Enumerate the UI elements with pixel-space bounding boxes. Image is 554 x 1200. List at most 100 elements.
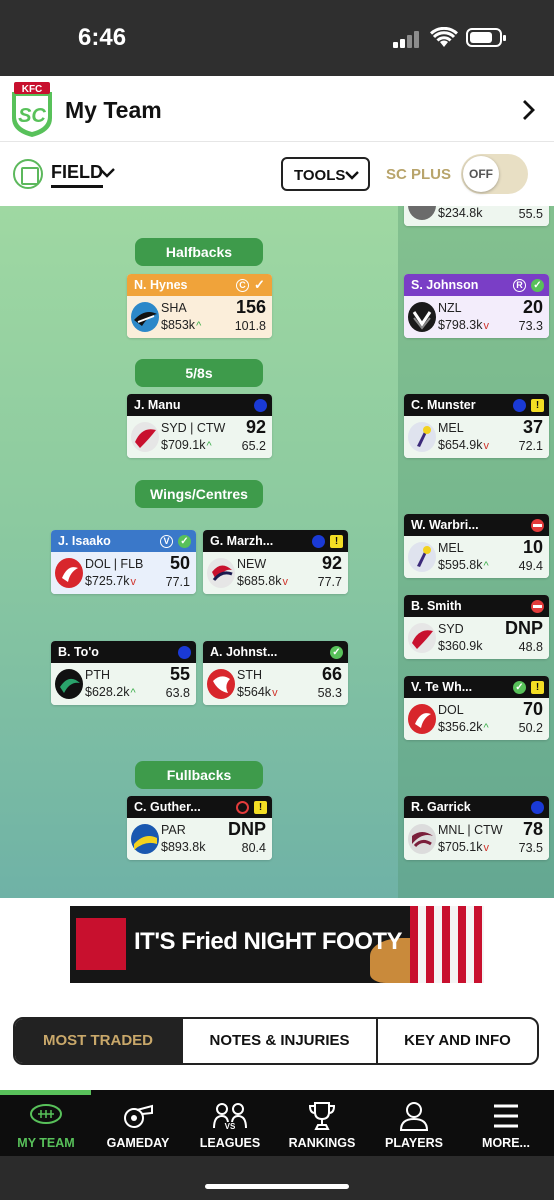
nav-my-team[interactable]: MY TEAM	[0, 1098, 92, 1156]
check-icon: ✓	[330, 646, 343, 659]
player-price: $685.8k	[237, 574, 282, 588]
player-price: $705.1k	[438, 840, 483, 854]
player-team: SYD	[438, 622, 464, 636]
player-name: S. Johnson	[411, 278, 479, 292]
tab-key-and-info[interactable]: KEY AND INFO	[378, 1019, 537, 1063]
player-price: $725.7k	[85, 574, 130, 588]
player-team: DOL	[438, 703, 464, 717]
nav-leagues[interactable]: VS LEAGUES	[184, 1098, 276, 1156]
player-score: 50	[169, 553, 190, 573]
team-logo-icon	[408, 302, 436, 332]
price-down-icon: v	[483, 842, 489, 854]
nav-label: GAMEDAY	[106, 1136, 170, 1150]
player-card-gutherson[interactable]: C. Guther... ! PAR $893.8k DNP 80.4	[127, 796, 272, 860]
nav-more[interactable]: MORE...	[460, 1098, 552, 1156]
nav-label: LEAGUES	[199, 1136, 261, 1150]
player-card-marzhew[interactable]: G. Marzh... ! NEW $685.8kv 92 77.7	[203, 530, 348, 594]
home-indicator[interactable]	[205, 1184, 349, 1189]
player-card-too[interactable]: B. To'o PTH $628.2k^ 55 63.8	[51, 641, 196, 705]
player-score: DNP	[504, 618, 543, 638]
chevron-down-icon	[345, 171, 359, 180]
player-price: $709.1k	[161, 438, 206, 452]
field-icon[interactable]	[13, 159, 43, 189]
toggle-knob: OFF	[463, 156, 499, 192]
sc-plus-toggle[interactable]: OFF	[461, 154, 528, 194]
bottom-nav: MY TEAM GAMEDAY VS LEAGUES RANKINGS PLAY…	[0, 1090, 554, 1156]
tools-button[interactable]: TOOLS	[281, 157, 370, 191]
football-field-icon	[30, 1104, 62, 1124]
chicken-bucket-image	[410, 906, 484, 983]
player-name: C. Munster	[411, 398, 476, 412]
whistle-icon	[124, 1104, 153, 1128]
tab-most-traded[interactable]: MOST TRADED	[15, 1019, 183, 1063]
status-dot-icon	[254, 399, 267, 412]
vice-captain-badge: V	[160, 535, 173, 548]
team-field: $234.8k 55.5 Halfbacks 5/8s Wings/Centre…	[0, 206, 554, 898]
player-card-warbrick[interactable]: W. Warbri... MEL $595.8k^ 10 49.4	[404, 514, 549, 578]
status-dot-icon	[178, 646, 191, 659]
player-team: MNL | CTW	[438, 823, 503, 837]
player-card-manu[interactable]: J. Manu SYD | CTW $709.1k^ 92 65.2	[127, 394, 272, 458]
team-logo-icon	[207, 669, 235, 699]
info-tabs-area: MOST TRADED NOTES & INJURIES KEY AND INF…	[0, 990, 554, 1090]
warning-icon: !	[531, 681, 544, 694]
player-card-munster[interactable]: C. Munster ! MEL $654.9kv 37 72.1	[404, 394, 549, 458]
field-view-selector[interactable]: FIELD	[51, 162, 103, 188]
team-logo-icon	[408, 623, 436, 653]
kfc-logo	[76, 918, 126, 970]
check-icon: ✓	[254, 277, 265, 292]
player-card-isaako[interactable]: J. Isaako V ✓ DOL | FLB $725.7kv 50 77.1	[51, 530, 196, 594]
player-name: B. To'o	[58, 645, 99, 659]
signal-icon	[393, 30, 423, 48]
player-price: $893.8k	[161, 840, 206, 854]
nav-players[interactable]: PLAYERS	[368, 1098, 460, 1156]
player-price: $853k	[161, 318, 196, 332]
tab-notes-injuries[interactable]: NOTES & INJURIES	[183, 1019, 378, 1063]
check-icon: ✓	[513, 681, 526, 694]
reserve-badge: R	[513, 279, 526, 292]
player-card-tewhare[interactable]: V. Te Wh... ✓ ! DOL $356.2k^ 70 50.2	[404, 676, 549, 740]
player-card-johnson[interactable]: S. Johnson R ✓ NZL $798.3kv 20 73.3	[404, 274, 549, 338]
player-name: N. Hynes	[134, 278, 188, 292]
player-average: 80.4	[241, 841, 266, 855]
player-average: 48.8	[518, 640, 543, 654]
sc-plus-label: SC PLUS	[386, 166, 452, 183]
captain-badge: C	[236, 279, 249, 292]
player-score: DNP	[227, 819, 266, 839]
status-dot-icon	[531, 801, 544, 814]
price-down-icon: v	[483, 320, 489, 332]
player-team: SYD | CTW	[161, 421, 226, 435]
battery-icon	[466, 28, 506, 47]
user-icon	[399, 1102, 429, 1131]
nav-label: MORE...	[482, 1136, 530, 1150]
player-score: 92	[245, 417, 266, 437]
player-average: 49.4	[518, 559, 543, 573]
menu-icon	[494, 1104, 518, 1128]
supercoach-logo: SC KFC	[12, 82, 52, 137]
player-card-garrick[interactable]: R. Garrick MNL | CTW $705.1kv 78 73.5	[404, 796, 549, 860]
player-card-johnston[interactable]: A. Johnst... ✓ STH $564kv 66 58.3	[203, 641, 348, 705]
svg-text:KFC: KFC	[22, 84, 43, 95]
position-label-fullbacks: Fullbacks	[135, 761, 263, 789]
nav-gameday[interactable]: GAMEDAY	[92, 1098, 184, 1156]
price-up-icon: ^	[483, 722, 489, 734]
player-price: $360.9k	[438, 639, 483, 653]
player-card-smith[interactable]: B. Smith SYD $360.9k DNP 48.8	[404, 595, 549, 659]
advertisement-banner[interactable]: IT'S Fried NIGHT FOOTY	[70, 906, 484, 983]
active-tab-indicator	[0, 1090, 91, 1095]
player-price: $798.3k	[438, 318, 483, 332]
trophy-icon	[308, 1102, 336, 1130]
injury-icon	[531, 519, 544, 532]
player-score: 37	[522, 417, 543, 437]
nav-rankings[interactable]: RANKINGS	[276, 1098, 368, 1156]
player-name: B. Smith	[411, 599, 462, 613]
player-name: J. Isaako	[58, 534, 111, 548]
chevron-right-icon[interactable]	[518, 98, 538, 122]
status-dot-icon	[513, 399, 526, 412]
player-price: $564k	[237, 685, 272, 699]
player-card-partial[interactable]: $234.8k 55.5	[404, 206, 549, 226]
team-logo-icon	[131, 302, 159, 332]
chevron-down-icon[interactable]	[98, 164, 116, 182]
player-card-hynes[interactable]: N. Hynes C ✓ SHA $853k^ 156 101.8	[127, 274, 272, 338]
nav-label: PLAYERS	[385, 1136, 443, 1150]
